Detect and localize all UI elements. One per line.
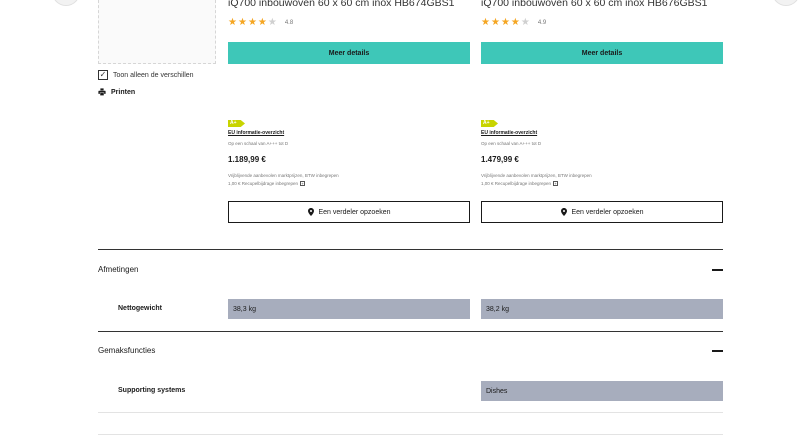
info-icon[interactable]: + bbox=[553, 181, 559, 186]
carousel-next-button[interactable] bbox=[772, 0, 800, 6]
product-price: 1.189,99 € bbox=[228, 155, 266, 164]
eu-info-link[interactable]: EU informatie-overzicht bbox=[228, 130, 284, 136]
star-icon: ★ bbox=[490, 17, 500, 28]
row-divider bbox=[98, 434, 723, 435]
section-divider bbox=[98, 331, 723, 332]
more-details-button[interactable]: Meer details bbox=[228, 42, 470, 64]
recupel-text: 1,00 € Recupelbijdrage inbegrepen bbox=[481, 181, 552, 186]
location-pin-icon bbox=[560, 208, 567, 216]
star-icon: ★ bbox=[247, 17, 257, 28]
collapse-icon[interactable] bbox=[712, 350, 723, 352]
more-details-button[interactable]: Meer details bbox=[481, 42, 723, 64]
checkbox-checked-icon[interactable]: ✓ bbox=[98, 70, 108, 80]
print-label: Printen bbox=[111, 88, 136, 96]
find-dealer-label: Een verdeler opzoeken bbox=[318, 208, 391, 216]
only-differences-toggle[interactable]: ✓ Toon alleen de verschillen bbox=[98, 70, 194, 80]
product-rating: ★ ★ ★ ★ ★ 4.8 bbox=[228, 18, 293, 28]
eu-info-link[interactable]: EU informatie-overzicht bbox=[481, 130, 537, 136]
find-dealer-button[interactable]: Een verdeler opzoeken bbox=[228, 201, 470, 223]
section-title-comfort[interactable]: Gemaksfuncties bbox=[98, 346, 155, 355]
star-empty-icon: ★ bbox=[520, 17, 530, 28]
section-divider bbox=[98, 249, 723, 250]
recupel-note: 1,00 € Recupelbijdrage inbegrepen + bbox=[228, 181, 306, 186]
price-note: Vrijblijvende aanbevolen marktprijzen, B… bbox=[228, 173, 339, 178]
location-pin-icon bbox=[307, 208, 314, 216]
row-divider bbox=[98, 412, 723, 413]
recupel-note: 1,00 € Recupelbijdrage inbegrepen + bbox=[481, 181, 559, 186]
product-title[interactable]: iQ700 inbouwoven 60 x 60 cm inox HB674GB… bbox=[228, 0, 488, 9]
star-icon: ★ bbox=[500, 17, 510, 28]
spec-label-net-weight: Nettogewicht bbox=[118, 305, 162, 312]
star-icon: ★ bbox=[237, 17, 247, 28]
rating-value: 4.8 bbox=[284, 20, 294, 26]
carousel-prev-button[interactable] bbox=[52, 0, 80, 6]
spec-value: Dishes bbox=[481, 381, 723, 401]
collapse-icon[interactable] bbox=[712, 269, 723, 271]
star-icon: ★ bbox=[228, 17, 237, 28]
find-dealer-label: Een verdeler opzoeken bbox=[571, 208, 644, 216]
info-icon[interactable]: + bbox=[300, 181, 306, 186]
only-differences-label: Toon alleen de verschillen bbox=[113, 71, 194, 79]
find-dealer-button[interactable]: Een verdeler opzoeken bbox=[481, 201, 723, 223]
printer-icon bbox=[98, 88, 106, 96]
star-icon: ★ bbox=[510, 17, 520, 28]
energy-scale-text: Op een schaal van A+++ tot D bbox=[481, 141, 542, 146]
product-price: 1.479,99 € bbox=[481, 155, 519, 164]
product-rating: ★ ★ ★ ★ ★ 4.9 bbox=[481, 18, 546, 28]
spec-value: 38,3 kg bbox=[228, 299, 470, 319]
spec-value: 38,2 kg bbox=[481, 299, 723, 319]
section-title-dimensions[interactable]: Afmetingen bbox=[98, 265, 138, 274]
star-icon: ★ bbox=[257, 17, 267, 28]
energy-class-badge: A+ bbox=[481, 120, 498, 127]
empty-product-slot[interactable] bbox=[98, 0, 216, 64]
energy-class-badge: A+ bbox=[228, 120, 245, 127]
print-button[interactable]: Printen bbox=[98, 88, 135, 96]
rating-value: 4.9 bbox=[537, 20, 547, 26]
spec-label-supporting-systems: Supporting systems bbox=[118, 387, 186, 394]
energy-scale-text: Op een schaal van A+++ tot D bbox=[228, 141, 289, 146]
recupel-text: 1,00 € Recupelbijdrage inbegrepen bbox=[228, 181, 299, 186]
star-icon: ★ bbox=[481, 17, 490, 28]
price-note: Vrijblijvende aanbevolen marktprijzen, B… bbox=[481, 173, 592, 178]
product-title[interactable]: iQ700 inbouwoven 60 x 60 cm inox HB676GB… bbox=[481, 0, 741, 9]
star-empty-icon: ★ bbox=[267, 17, 277, 28]
